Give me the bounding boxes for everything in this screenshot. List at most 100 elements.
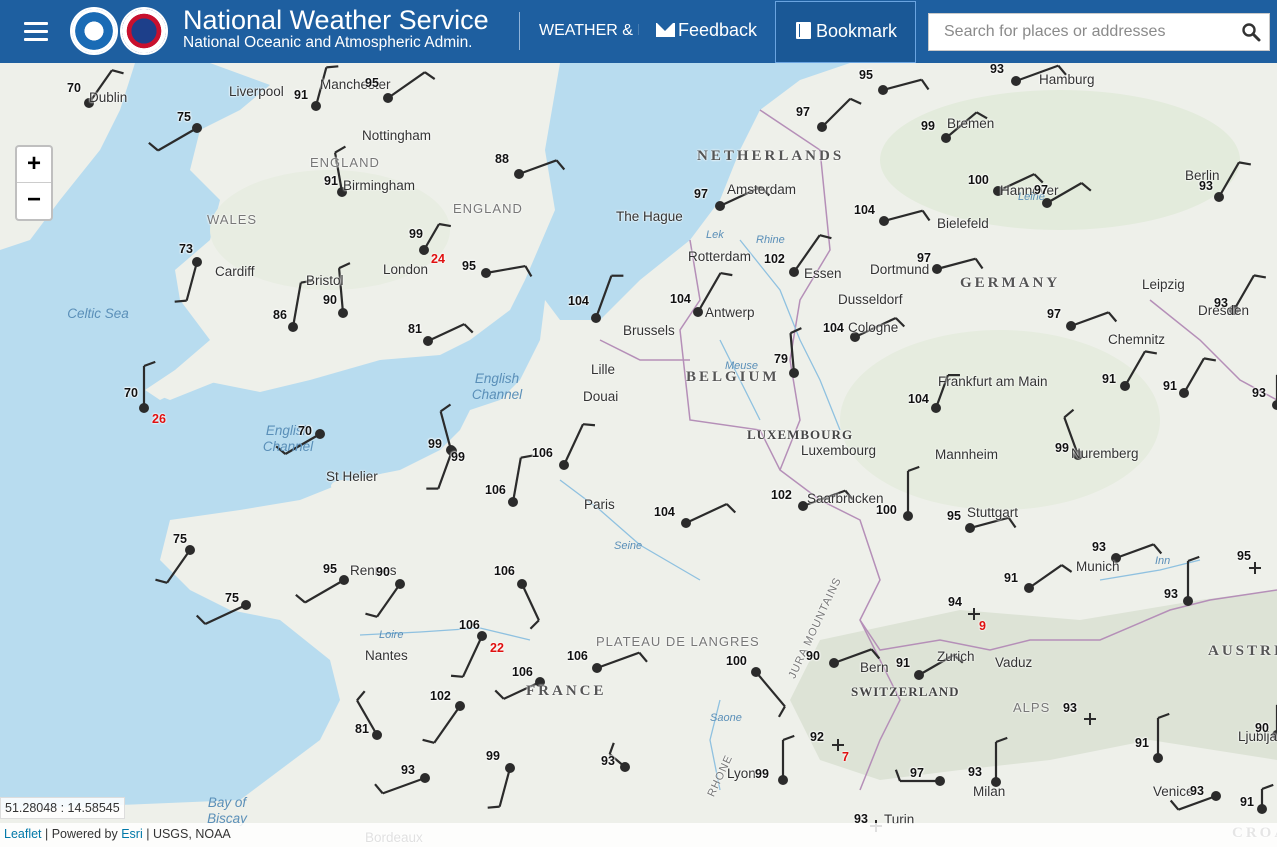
station-marker[interactable]	[1179, 388, 1189, 398]
station-marker[interactable]	[311, 101, 321, 111]
station-value-label: 100	[968, 173, 989, 187]
zoom-in-button[interactable]: +	[17, 147, 51, 183]
station-marker[interactable]	[1214, 192, 1224, 202]
place-label: Nuremberg	[1071, 446, 1139, 461]
station-marker[interactable]	[1024, 583, 1034, 593]
station-calm-marker[interactable]	[1249, 562, 1261, 574]
leaflet-link[interactable]: Leaflet	[4, 827, 42, 841]
station-marker[interactable]	[1066, 321, 1076, 331]
wind-barb-feather	[424, 71, 436, 80]
zoom-out-button[interactable]: −	[17, 183, 51, 219]
place-label: Cardiff	[215, 264, 255, 279]
place-label: Meuse	[725, 360, 759, 372]
station-marker[interactable]	[591, 313, 601, 323]
wind-barb-feather	[143, 360, 156, 368]
wind-barb-shaft	[166, 549, 191, 584]
station-marker[interactable]	[829, 658, 839, 668]
wind-barb-shaft	[204, 604, 247, 626]
station-value-label: 81	[355, 722, 369, 736]
wind-barb-feather	[356, 690, 366, 702]
station-marker[interactable]	[455, 701, 465, 711]
wind-barb-feather	[438, 222, 452, 228]
station-value-label: 95	[365, 76, 379, 90]
station-marker[interactable]	[372, 730, 382, 740]
station-value-label: 86	[273, 308, 287, 322]
station-marker[interactable]	[192, 257, 202, 267]
station-marker[interactable]	[477, 631, 487, 641]
station-marker[interactable]	[931, 403, 941, 413]
place-label: GERMANY	[960, 275, 1061, 291]
station-marker[interactable]	[559, 460, 569, 470]
station-marker[interactable]	[935, 776, 945, 786]
station-marker[interactable]	[1011, 76, 1021, 86]
feedback-button[interactable]: Feedback	[656, 20, 757, 41]
station-marker[interactable]	[817, 122, 827, 132]
wind-barb-feather	[422, 738, 435, 744]
station-marker[interactable]	[932, 264, 942, 274]
place-label: Leipzig	[1142, 277, 1185, 292]
station-marker[interactable]	[778, 775, 788, 785]
station-marker[interactable]	[1183, 596, 1193, 606]
station-marker[interactable]	[1120, 381, 1130, 391]
station-marker[interactable]	[514, 169, 524, 179]
weather-map[interactable]: Dublin Liverpool Manchester Nottingham ENGLA…	[0, 63, 1277, 847]
station-marker[interactable]	[789, 267, 799, 277]
site-title[interactable]: National Weather Service	[183, 5, 489, 35]
station-marker[interactable]	[592, 663, 602, 673]
station-value-label: 99	[755, 767, 769, 781]
station-value-label: 90	[806, 649, 820, 663]
station-marker[interactable]	[423, 336, 433, 346]
station-marker[interactable]	[914, 670, 924, 680]
station-marker[interactable]	[1257, 804, 1267, 814]
station-marker[interactable]	[517, 579, 527, 589]
station-marker[interactable]	[395, 579, 405, 589]
station-marker[interactable]	[751, 667, 761, 677]
station-marker[interactable]	[288, 322, 298, 332]
station-marker[interactable]	[965, 523, 975, 533]
station-marker[interactable]	[481, 268, 491, 278]
station-marker[interactable]	[1272, 400, 1277, 410]
station-value-label: 97	[1047, 307, 1061, 321]
wind-barb-feather	[790, 327, 802, 335]
station-value-label: 99	[1055, 441, 1069, 455]
station-marker[interactable]	[383, 93, 393, 103]
station-marker[interactable]	[903, 511, 913, 521]
station-marker[interactable]	[420, 773, 430, 783]
esri-link[interactable]: Esri	[121, 827, 143, 841]
station-marker[interactable]	[789, 368, 799, 378]
station-marker[interactable]	[505, 763, 515, 773]
station-marker[interactable]	[620, 762, 630, 772]
station-marker[interactable]	[715, 201, 725, 211]
nav-weather-safety[interactable]: WEATHER & I	[539, 22, 639, 40]
bookmark-button[interactable]: Bookmark	[775, 1, 916, 63]
station-marker[interactable]	[338, 308, 348, 318]
station-value-label: 93	[1190, 784, 1204, 798]
station-marker[interactable]	[878, 85, 888, 95]
hamburger-menu-icon[interactable]	[20, 18, 52, 46]
station-marker[interactable]	[508, 497, 518, 507]
station-marker[interactable]	[185, 545, 195, 555]
place-label: Zurich	[937, 649, 975, 664]
station-value-label: 106	[532, 446, 553, 460]
station-marker[interactable]	[139, 403, 149, 413]
station-calm-marker[interactable]	[1084, 713, 1096, 725]
station-marker[interactable]	[681, 518, 691, 528]
station-marker[interactable]	[1211, 791, 1221, 801]
station-marker[interactable]	[241, 600, 251, 610]
place-label: Frankfurt am Main	[938, 374, 1048, 389]
nws-logo[interactable]	[120, 7, 168, 55]
station-marker[interactable]	[1153, 753, 1163, 763]
station-value-label: 91	[1004, 571, 1018, 585]
station-marker[interactable]	[419, 245, 429, 255]
search-icon[interactable]	[1241, 22, 1261, 42]
search-input[interactable]	[929, 14, 1229, 50]
station-marker[interactable]	[879, 216, 889, 226]
place-label: Milan	[973, 784, 1006, 799]
station-marker[interactable]	[192, 123, 202, 133]
noaa-logo[interactable]	[70, 7, 118, 55]
station-marker[interactable]	[339, 575, 349, 585]
place-label: FRANCE	[526, 683, 607, 699]
station-marker[interactable]	[941, 133, 951, 143]
station-value-label: 93	[1092, 540, 1106, 554]
station-marker[interactable]	[693, 307, 703, 317]
